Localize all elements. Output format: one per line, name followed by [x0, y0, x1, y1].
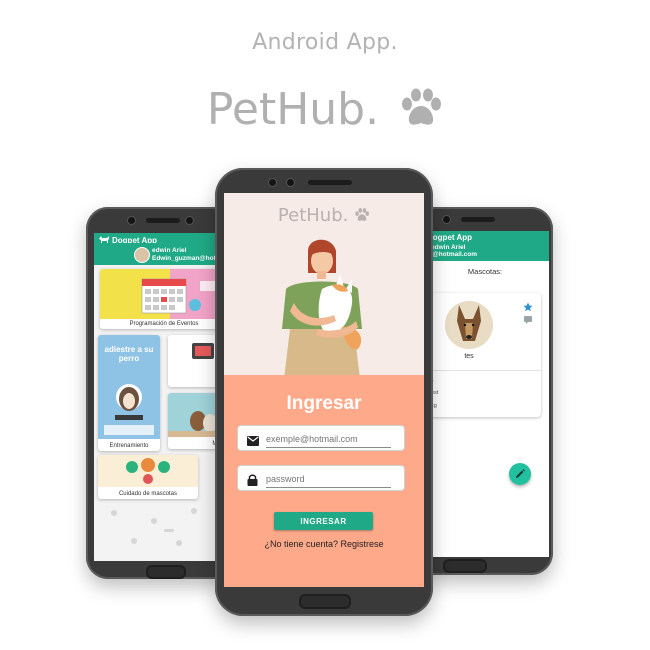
woman-cat-illustration [282, 239, 362, 379]
email-input[interactable] [266, 430, 391, 448]
front-sensor [186, 217, 193, 224]
divider [427, 370, 541, 371]
screen-logo: PetHub. [224, 205, 424, 226]
home-button[interactable] [299, 594, 351, 609]
mail-icon [247, 433, 259, 451]
user-header: edwin Ariel Edwin_guzman@hotm [94, 243, 234, 265]
pet-card[interactable]: tes 1 est kg [427, 293, 541, 417]
home-button[interactable] [146, 565, 186, 579]
poster-text: adiestre a su perro [104, 345, 154, 363]
paw-pattern [111, 508, 222, 546]
section-title: Mascotas: [467, 267, 503, 276]
center-phone-mockup: PetHub. Ingresar exemple@hotmail.com ING… [215, 168, 433, 616]
left-phone-screen: Dogpet App edwin Ariel Edwin_guzman@hotm [94, 233, 234, 561]
password-field[interactable] [237, 465, 405, 491]
front-camera [128, 217, 135, 224]
calendar-illustration [100, 269, 228, 319]
header-logo: PetHub. [0, 84, 650, 139]
right-phone-mockup: Dogpet App edwin Ariel ple@hotmail.com M… [413, 207, 553, 575]
edit-fab-button[interactable] [509, 463, 531, 485]
front-camera [269, 179, 276, 186]
card-training[interactable]: adiestre a su perro Entrenamiento [98, 335, 160, 451]
header-subtitle: Android App. [252, 30, 398, 55]
login-button[interactable]: INGRESAR [274, 512, 373, 530]
login-form: Ingresar INGRESAR ¿No tiene cuenta? Regi… [224, 375, 424, 587]
left-phone-mockup: Dogpet App edwin Ariel Edwin_guzman@hotm [86, 207, 236, 579]
comment-icon[interactable] [523, 312, 533, 330]
front-sensor [287, 179, 294, 186]
email-field[interactable] [237, 425, 405, 451]
speaker-grille [146, 218, 180, 223]
user-email: Edwin_guzman@hotm [152, 255, 222, 262]
home-button[interactable] [443, 559, 487, 573]
speaker-grille [461, 217, 495, 222]
avatar[interactable] [134, 247, 150, 263]
header-logo-text: PetHub. [206, 84, 380, 135]
speaker-grille [308, 180, 352, 185]
lock-icon [247, 473, 258, 491]
app-bar: Dogpet App edwin Ariel ple@hotmail.com [421, 231, 549, 261]
user-name: edwin Ariel [431, 244, 466, 251]
front-camera [443, 216, 450, 223]
card-label: Entrenamiento [109, 443, 149, 449]
password-input[interactable] [266, 470, 391, 488]
user-name: edwin Ariel [152, 247, 187, 254]
screen-logo-text: PetHub. [277, 205, 349, 226]
card-label: Programación de Eventos [129, 321, 199, 327]
form-title: Ingresar [286, 393, 362, 414]
card-events[interactable]: Programación de Eventos [100, 269, 228, 329]
right-phone-screen: Dogpet App edwin Ariel ple@hotmail.com M… [421, 231, 549, 557]
pet-photo [445, 301, 493, 349]
pet-name: tes [464, 353, 474, 360]
register-link[interactable]: ¿No tiene cuenta? Registrese [224, 539, 424, 549]
menu-grid: Programación de Eventos adiestre a su pe… [94, 265, 234, 561]
pencil-icon [516, 469, 525, 478]
app-title: Dogpet App [427, 233, 473, 242]
care-illustration [98, 455, 198, 487]
login-screen: PetHub. Ingresar exemple@hotmail.com ING… [224, 193, 424, 587]
card-label: Cuidado de mascotas [118, 491, 178, 497]
paw-icon [399, 88, 443, 139]
paw-icon [354, 205, 370, 226]
card-care[interactable]: Cuidado de mascotas [98, 455, 198, 499]
